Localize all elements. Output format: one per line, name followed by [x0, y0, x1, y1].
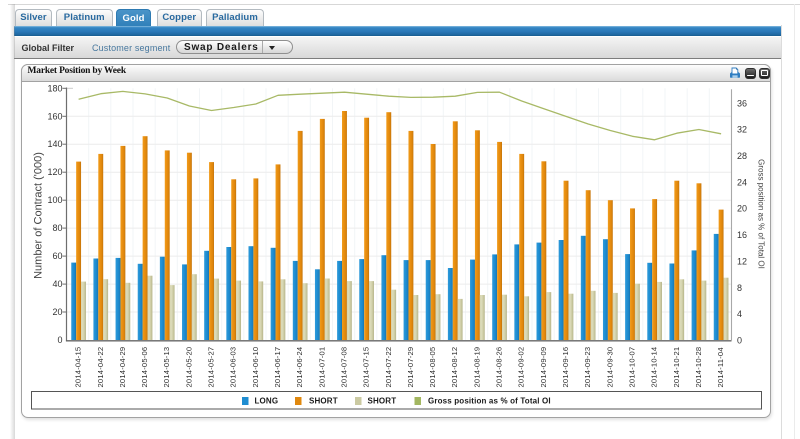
svg-text:2014-08-05: 2014-08-05	[428, 347, 437, 388]
svg-text:2014-06-17: 2014-06-17	[273, 347, 282, 388]
svg-text:2014-09-02: 2014-09-02	[517, 347, 526, 388]
svg-text:32: 32	[737, 125, 747, 135]
svg-text:2014-05-13: 2014-05-13	[162, 347, 171, 388]
svg-text:2014-06-03: 2014-06-03	[229, 347, 238, 388]
svg-text:60: 60	[52, 251, 62, 261]
svg-text:Gross position as % of Total O: Gross position as % of Total OI	[428, 397, 551, 406]
svg-text:2014-04-22: 2014-04-22	[96, 347, 105, 388]
svg-text:2014-10-07: 2014-10-07	[628, 347, 637, 388]
svg-text:24: 24	[737, 177, 747, 187]
svg-text:4: 4	[737, 309, 742, 319]
svg-text:2014-04-15: 2014-04-15	[74, 347, 83, 388]
svg-text:SHORT: SHORT	[368, 397, 397, 406]
svg-text:2014-06-24: 2014-06-24	[295, 347, 304, 388]
svg-text:160: 160	[47, 111, 62, 121]
svg-text:2014-09-09: 2014-09-09	[539, 347, 548, 388]
svg-text:2014-07-29: 2014-07-29	[406, 347, 415, 388]
svg-text:2014-07-08: 2014-07-08	[340, 347, 349, 388]
svg-text:2014-10-21: 2014-10-21	[672, 347, 681, 388]
svg-text:20: 20	[737, 204, 747, 214]
svg-text:LONG: LONG	[255, 397, 279, 406]
svg-text:2014-08-12: 2014-08-12	[450, 347, 459, 388]
svg-text:12: 12	[737, 256, 747, 266]
svg-text:2014-05-20: 2014-05-20	[184, 347, 193, 388]
svg-text:40: 40	[52, 279, 62, 289]
svg-text:Gross position as % of Total O: Gross position as % of Total OI	[757, 159, 766, 269]
svg-text:2014-09-23: 2014-09-23	[583, 347, 592, 388]
svg-text:2014-05-27: 2014-05-27	[207, 347, 216, 388]
svg-text:180: 180	[47, 83, 62, 93]
svg-text:36: 36	[737, 98, 747, 108]
svg-text:2014-10-14: 2014-10-14	[650, 347, 659, 388]
svg-text:2014-11-04: 2014-11-04	[716, 347, 725, 387]
svg-text:80: 80	[52, 223, 62, 233]
svg-text:28: 28	[737, 151, 747, 161]
svg-text:100: 100	[47, 195, 62, 205]
svg-text:2014-09-16: 2014-09-16	[561, 347, 570, 388]
svg-text:2014-07-15: 2014-07-15	[362, 347, 371, 388]
svg-text:0: 0	[737, 336, 742, 346]
svg-text:8: 8	[737, 283, 742, 293]
svg-text:Number of Contract ('000): Number of Contract ('000)	[33, 152, 45, 279]
svg-text:2014-10-28: 2014-10-28	[694, 347, 703, 388]
svg-text:2014-09-30: 2014-09-30	[605, 347, 614, 388]
svg-text:2014-05-06: 2014-05-06	[140, 347, 149, 388]
svg-text:120: 120	[47, 167, 62, 177]
svg-text:20: 20	[52, 307, 62, 317]
svg-text:140: 140	[47, 139, 62, 149]
svg-text:2014-08-26: 2014-08-26	[495, 347, 504, 388]
svg-text:SHORT: SHORT	[309, 397, 338, 406]
svg-text:16: 16	[737, 230, 747, 240]
svg-text:2014-06-10: 2014-06-10	[251, 347, 260, 388]
svg-text:2014-04-29: 2014-04-29	[118, 347, 127, 388]
svg-text:0: 0	[57, 335, 62, 345]
svg-text:2014-07-01: 2014-07-01	[317, 347, 326, 388]
svg-text:2014-08-19: 2014-08-19	[472, 347, 481, 388]
svg-text:2014-07-22: 2014-07-22	[384, 347, 393, 388]
